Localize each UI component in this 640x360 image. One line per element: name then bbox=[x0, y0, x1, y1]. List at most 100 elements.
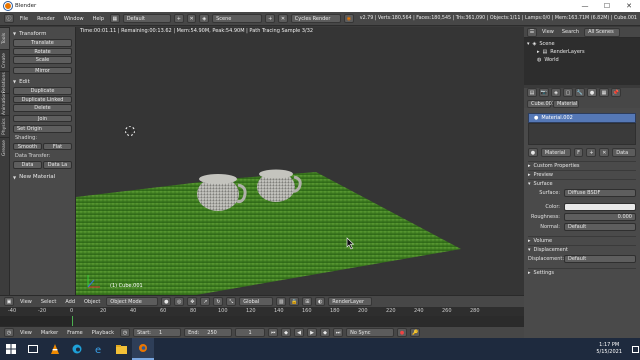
add-scene-icon[interactable]: + bbox=[265, 14, 276, 23]
panel-custom-properties[interactable]: ▸ Custom Properties bbox=[528, 161, 636, 170]
material-tab-icon[interactable]: ● bbox=[587, 88, 597, 98]
rotate-manipulator-icon[interactable]: ↻ bbox=[213, 297, 224, 306]
start-button[interactable] bbox=[0, 338, 22, 360]
notification-icon[interactable] bbox=[630, 338, 640, 360]
edge-icon[interactable] bbox=[66, 338, 88, 360]
play-icon[interactable]: ▶ bbox=[307, 328, 318, 337]
edit-panel-header[interactable]: ▼ Edit bbox=[13, 77, 72, 86]
vlc-icon[interactable] bbox=[44, 338, 66, 360]
menu-object[interactable]: Object bbox=[81, 297, 103, 306]
start-frame-field[interactable]: Start: 1 bbox=[133, 328, 182, 337]
keying-set-icon[interactable]: 🔑 bbox=[410, 328, 421, 337]
prev-keyframe-icon[interactable]: ◆ bbox=[281, 328, 292, 337]
translate-button[interactable]: Translate bbox=[13, 39, 72, 47]
menu-file[interactable]: File bbox=[17, 14, 31, 23]
normal-select[interactable]: Default bbox=[564, 223, 636, 231]
roughness-field[interactable]: 0.000 bbox=[564, 213, 636, 221]
menu-window[interactable]: Window bbox=[61, 14, 87, 23]
outliner-item-renderlayers[interactable]: ▸ ▤ RenderLayers bbox=[527, 48, 637, 56]
screen-layout-icon[interactable]: ▦ bbox=[110, 14, 120, 23]
editor-type-icon[interactable]: ▣ bbox=[4, 297, 14, 306]
outliner-item-world[interactable]: ◍ World bbox=[527, 56, 637, 64]
expand-icon[interactable]: ▸ bbox=[537, 49, 540, 55]
ie-icon[interactable]: e bbox=[88, 338, 110, 360]
panel-settings[interactable]: ▸ Settings bbox=[528, 268, 636, 277]
next-keyframe-icon[interactable]: ◆ bbox=[320, 328, 331, 337]
panel-preview[interactable]: ▸ Preview bbox=[528, 170, 636, 179]
remove-layout-icon[interactable]: ✕ bbox=[186, 14, 197, 23]
texture-tab-icon[interactable]: ▦ bbox=[599, 88, 609, 98]
data-layout-button[interactable]: Data La bbox=[43, 161, 72, 169]
viewport-shading-icon[interactable]: ● bbox=[161, 297, 172, 306]
material-browse-icon[interactable]: ● bbox=[528, 148, 538, 157]
surface-shader-select[interactable]: Diffuse BSDF bbox=[564, 189, 636, 197]
sync-select[interactable]: No Sync bbox=[346, 328, 395, 337]
menu-add[interactable]: Add bbox=[62, 297, 78, 306]
material-slot-list[interactable] bbox=[528, 123, 636, 145]
outliner-search-menu[interactable]: Search bbox=[559, 28, 582, 37]
properties-editor-icon[interactable]: ▤ bbox=[527, 88, 537, 98]
menu-view[interactable]: View bbox=[17, 297, 35, 306]
manipulator-icon[interactable]: ✥ bbox=[187, 297, 198, 306]
new-material-panel-header[interactable]: ▼ New Material bbox=[13, 173, 72, 182]
add-layout-icon[interactable]: + bbox=[174, 14, 184, 23]
use-preview-range-icon[interactable]: ◷ bbox=[120, 328, 131, 337]
tab-physics[interactable]: Physics bbox=[0, 115, 9, 137]
scene-tab-icon[interactable]: ◈ bbox=[551, 88, 561, 98]
snap-icon[interactable]: ⊞ bbox=[302, 297, 313, 306]
menu-render[interactable]: Render bbox=[34, 14, 58, 23]
displacement-select[interactable]: Default bbox=[564, 255, 636, 263]
outliner-editor-icon[interactable]: ☰ bbox=[527, 27, 537, 37]
smooth-button[interactable]: Smooth bbox=[13, 142, 42, 150]
jump-start-icon[interactable]: ⏮ bbox=[268, 328, 279, 337]
expand-icon[interactable]: ▾ bbox=[527, 41, 530, 47]
panel-displacement[interactable]: ▾ Displacement bbox=[528, 245, 636, 254]
pivot-point-icon[interactable]: ◎ bbox=[174, 297, 185, 306]
render-engine-select[interactable]: Cycles Render bbox=[290, 14, 342, 23]
blender-taskbar-icon[interactable] bbox=[132, 338, 154, 360]
timeline-menu-view[interactable]: View bbox=[17, 328, 35, 337]
mode-select[interactable]: Object Mode bbox=[106, 297, 159, 306]
rotate-button[interactable]: Rotate bbox=[13, 47, 72, 55]
close-button[interactable]: ✕ bbox=[618, 0, 640, 12]
current-frame-line[interactable] bbox=[72, 316, 73, 326]
new-material-icon[interactable]: + bbox=[586, 148, 597, 157]
join-button[interactable]: Join bbox=[13, 114, 72, 122]
render-tab-icon[interactable]: 📷 bbox=[539, 88, 549, 98]
translate-manipulator-icon[interactable]: ↗ bbox=[200, 297, 211, 306]
timeline-menu-marker[interactable]: Marker bbox=[38, 328, 61, 337]
modifier-tab-icon[interactable]: 🔧 bbox=[575, 88, 585, 98]
object-tab-icon[interactable]: ▢ bbox=[563, 88, 573, 98]
menu-help[interactable]: Help bbox=[90, 14, 107, 23]
scale-manipulator-icon[interactable]: ⤡ bbox=[226, 297, 237, 306]
mirror-button[interactable]: Mirror bbox=[13, 66, 72, 74]
info-editor-type-icon[interactable]: ⓘ bbox=[4, 14, 14, 23]
timeline-editor-icon[interactable]: ◷ bbox=[4, 328, 14, 337]
tab-create[interactable]: Create bbox=[0, 49, 9, 71]
pin-icon[interactable]: 📌 bbox=[611, 88, 621, 98]
play-reverse-icon[interactable]: ◀ bbox=[294, 328, 305, 337]
delete-button[interactable]: Delete bbox=[13, 104, 72, 112]
set-origin-dropdown[interactable]: Set Origin bbox=[13, 125, 72, 133]
menu-select[interactable]: Select bbox=[38, 297, 59, 306]
task-view-icon[interactable] bbox=[22, 338, 44, 360]
system-clock[interactable]: 1:17 PM 5/15/2021 bbox=[596, 342, 622, 356]
unlink-material-icon[interactable]: ✕ bbox=[599, 148, 610, 157]
timeline-area[interactable] bbox=[0, 316, 524, 326]
duplicate-linked-button[interactable]: Duplicate Linked bbox=[13, 95, 72, 103]
render-layer-select[interactable]: RenderLayer bbox=[328, 297, 373, 306]
data-button[interactable]: Data bbox=[13, 161, 42, 169]
outliner-view-menu[interactable]: View bbox=[539, 28, 557, 37]
panel-volume[interactable]: ▸ Volume bbox=[528, 236, 636, 245]
panel-surface[interactable]: ▾ Surface bbox=[528, 179, 636, 188]
transform-orientation-select[interactable]: Global bbox=[239, 297, 274, 306]
flat-button[interactable]: Flat bbox=[43, 142, 72, 150]
3d-viewport[interactable]: Time:00:01.11 | Remaining:00:13.62 | Mem… bbox=[76, 27, 524, 295]
scene-icon[interactable]: ◈ bbox=[199, 14, 210, 23]
remove-scene-icon[interactable]: ✕ bbox=[278, 14, 288, 23]
current-frame-field[interactable]: 1 bbox=[235, 328, 266, 337]
duplicate-button[interactable]: Duplicate bbox=[13, 87, 72, 95]
link-data-select[interactable]: Data bbox=[612, 148, 637, 157]
end-frame-field[interactable]: End: 250 bbox=[184, 328, 233, 337]
timeline-menu-frame[interactable]: Frame bbox=[64, 328, 86, 337]
